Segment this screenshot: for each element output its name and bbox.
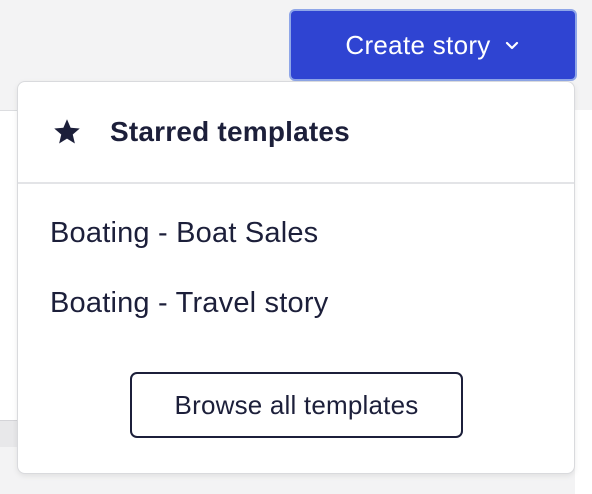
starred-templates-list: Boating - Boat Sales Boating - Travel st… — [18, 184, 574, 338]
template-item-boat-sales[interactable]: Boating - Boat Sales — [18, 198, 574, 268]
create-story-label: Create story — [345, 29, 491, 60]
chevron-down-icon — [503, 36, 521, 54]
create-story-button[interactable]: Create story — [289, 9, 577, 81]
starred-templates-header: Starred templates — [18, 82, 574, 184]
template-item-travel-story[interactable]: Boating - Travel story — [18, 268, 574, 338]
templates-dropdown: Starred templates Boating - Boat Sales B… — [17, 81, 575, 474]
star-icon — [52, 117, 82, 147]
background-panel-right — [575, 110, 592, 494]
browse-all-templates-button[interactable]: Browse all templates — [130, 372, 463, 438]
page: Create story Starred templates Boating -… — [0, 0, 592, 494]
starred-templates-title: Starred templates — [110, 116, 350, 147]
